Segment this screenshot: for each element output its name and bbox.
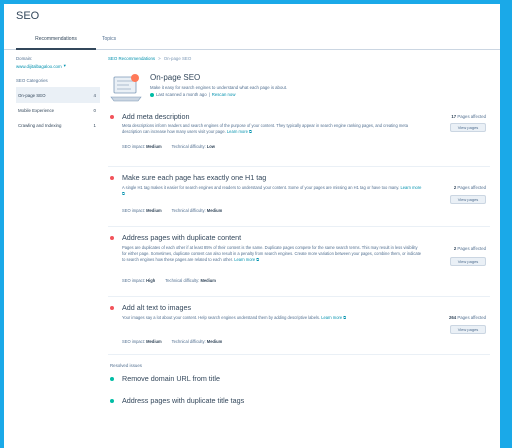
issue-card: Address pages with duplicate content Pag… bbox=[108, 227, 490, 297]
sidebar-item-mobile-experience[interactable]: Mobile Experience 0 bbox=[16, 103, 100, 118]
issue-card: Make sure each page has exactly one H1 t… bbox=[108, 167, 490, 227]
resolved-issue: Address pages with duplicate title tags bbox=[108, 396, 490, 418]
view-pages-button[interactable]: View pages bbox=[450, 325, 486, 334]
scan-status: Last scanned a month ago | Rescan now bbox=[150, 92, 235, 97]
sidebar-item-count: 4 bbox=[93, 93, 96, 98]
resolved-check-icon bbox=[110, 377, 114, 381]
severity-icon bbox=[110, 176, 114, 180]
learn-more-link[interactable]: Learn more bbox=[400, 185, 421, 190]
issue-description: Your images say a lot about your content… bbox=[122, 315, 347, 320]
seo-categories-label: SEO Categories bbox=[16, 78, 100, 88]
breadcrumb: SEO Recommendations > On-page SEO bbox=[108, 56, 490, 61]
learn-more-link[interactable]: Learn more bbox=[227, 129, 248, 134]
issue-card: Add meta description Meta descriptions i… bbox=[108, 111, 490, 167]
sidebar-item-label: Mobile Experience bbox=[18, 108, 55, 113]
view-pages-button[interactable]: View pages bbox=[450, 123, 486, 132]
external-link-icon: ⧉ bbox=[343, 315, 347, 320]
last-scanned-text: Last scanned a month ago bbox=[156, 92, 207, 97]
severity-icon bbox=[110, 306, 114, 310]
seo-app-window: SEO Recommendations Topics Domain: www.d… bbox=[4, 4, 500, 448]
scan-separator: | bbox=[208, 92, 210, 97]
external-link-icon: ⧉ bbox=[256, 257, 260, 262]
category-header: On-page SEO Make it easy for search engi… bbox=[108, 67, 490, 111]
issue-meta: SEO impact: High Technical difficulty: M… bbox=[122, 278, 216, 283]
learn-more-link[interactable]: Learn more bbox=[234, 257, 255, 262]
pages-affected: 2 Pages affected bbox=[453, 185, 486, 190]
seo-illustration-icon bbox=[110, 74, 142, 102]
chevron-down-icon: ▾ bbox=[63, 63, 66, 68]
issue-title[interactable]: Add meta description bbox=[122, 112, 190, 121]
issue-description: A single H1 tag makes it easier for sear… bbox=[122, 185, 422, 196]
issue-meta: SEO impact: Medium Technical difficulty:… bbox=[122, 144, 215, 149]
main-content: SEO Recommendations > On-page SEO On-pag… bbox=[108, 56, 490, 418]
category-description: Make it easy for search engines to under… bbox=[150, 85, 288, 90]
domain-value: www.dijitalbagaloo.com bbox=[16, 63, 62, 69]
status-dot-icon bbox=[150, 92, 154, 97]
category-title: On-page SEO bbox=[150, 73, 201, 82]
page-title: SEO bbox=[16, 10, 40, 22]
breadcrumb-separator: > bbox=[158, 56, 161, 61]
tab-topics[interactable]: Topics bbox=[102, 36, 116, 48]
sidebar-item-label: Crawling and Indexing bbox=[18, 123, 62, 128]
domain-dropdown[interactable]: www.dijitalbagaloo.com ▾ bbox=[16, 63, 100, 69]
issue-meta: SEO impact: Medium Technical difficulty:… bbox=[122, 208, 223, 213]
tab-recommendations[interactable]: Recommendations bbox=[16, 36, 96, 50]
sidebar-item-on-page-seo[interactable]: On-page SEO 4 bbox=[16, 88, 100, 103]
pages-affected: 264 Pages affected bbox=[449, 315, 486, 320]
resolved-check-icon bbox=[110, 399, 114, 403]
sidebar-item-crawling-indexing[interactable]: Crawling and Indexing 1 bbox=[16, 118, 100, 133]
pages-affected: 17 Pages affected bbox=[451, 114, 486, 119]
domain-label: Domain: bbox=[16, 56, 33, 61]
tab-bar: Recommendations Topics bbox=[4, 32, 500, 50]
severity-icon bbox=[110, 236, 114, 240]
sidebar-item-label: On-page SEO bbox=[18, 93, 46, 98]
sidebar: Domain: www.dijitalbagaloo.com ▾ SEO Cat… bbox=[16, 56, 100, 133]
resolved-issue-title[interactable]: Address pages with duplicate title tags bbox=[122, 396, 244, 405]
rescan-link[interactable]: Rescan now bbox=[212, 92, 236, 97]
issue-description: Pages are duplicates of each other if at… bbox=[122, 245, 422, 262]
breadcrumb-current: On-page SEO bbox=[163, 56, 192, 61]
resolved-issues-heading: Resolved issues bbox=[110, 363, 142, 368]
learn-more-link[interactable]: Learn more bbox=[321, 315, 342, 320]
sidebar-item-count: 1 bbox=[93, 123, 96, 128]
view-pages-button[interactable]: View pages bbox=[450, 257, 486, 266]
external-link-icon: ⧉ bbox=[122, 191, 125, 196]
sidebar-item-count: 0 bbox=[93, 108, 96, 113]
issue-meta: SEO impact: Medium Technical difficulty:… bbox=[122, 339, 223, 344]
resolved-issue: Remove domain URL from title bbox=[108, 374, 490, 396]
issue-title[interactable]: Add alt text to images bbox=[122, 303, 191, 312]
issue-title[interactable]: Address pages with duplicate content bbox=[122, 233, 241, 242]
issue-card: Add alt text to images Your images say a… bbox=[108, 297, 490, 355]
resolved-issue-title[interactable]: Remove domain URL from title bbox=[122, 374, 220, 383]
external-link-icon: ⧉ bbox=[248, 129, 252, 134]
breadcrumb-root-link[interactable]: SEO Recommendations bbox=[108, 56, 155, 61]
pages-affected: 2 Pages affected bbox=[453, 246, 486, 251]
view-pages-button[interactable]: View pages bbox=[450, 195, 486, 204]
issue-title[interactable]: Make sure each page has exactly one H1 t… bbox=[122, 173, 266, 182]
issue-description: Meta descriptions inform readers and sea… bbox=[122, 123, 408, 134]
severity-icon bbox=[110, 115, 114, 119]
